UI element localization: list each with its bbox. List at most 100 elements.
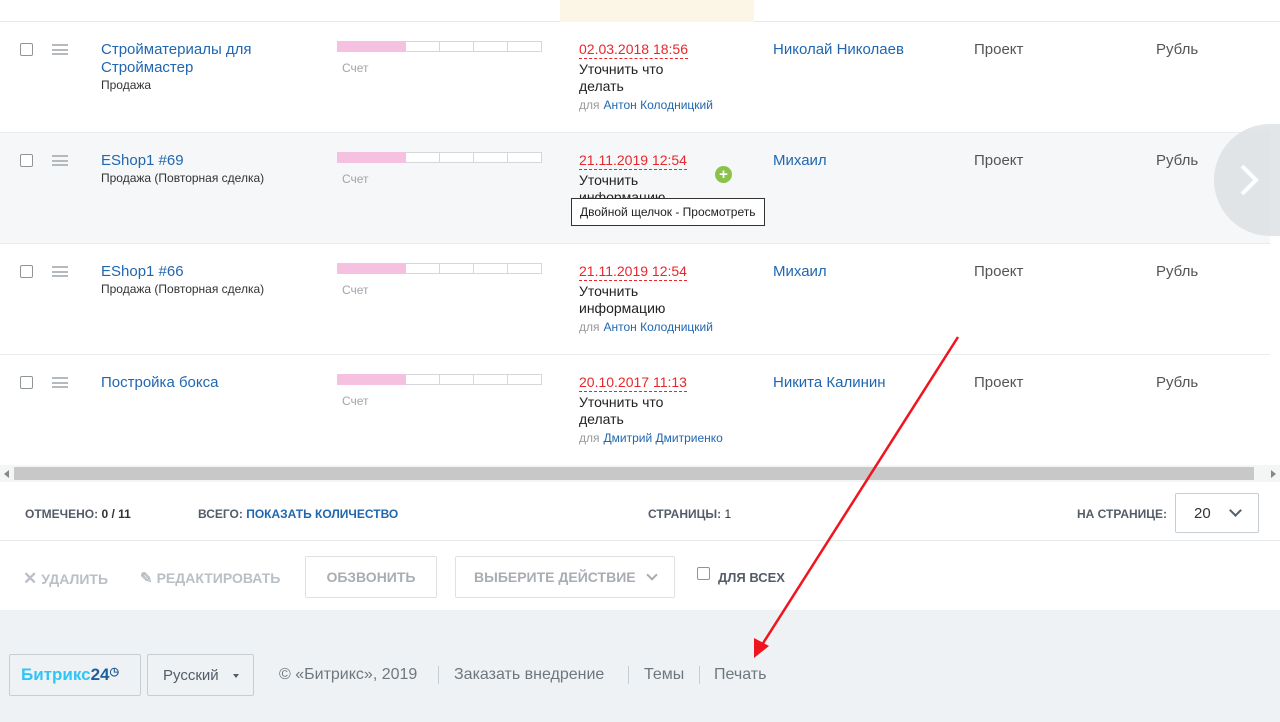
activity-deadline[interactable]: 20.10.2017 11:13 (579, 374, 687, 392)
themes-link[interactable]: Темы (644, 666, 684, 684)
deal-type: Продажа (101, 78, 151, 92)
responsible-link[interactable]: Михаил (773, 152, 827, 169)
choose-action-label: ВЫБЕРИТЕ ДЕЙСТВИЕ (474, 569, 636, 585)
activity-deadline[interactable]: 21.11.2019 12:54 (579, 263, 687, 281)
pencil-icon: ✎ (140, 570, 153, 587)
clock-icon: ◷ (110, 666, 120, 678)
stage-progress[interactable] (337, 41, 542, 52)
activity-subject[interactable]: Уточнить информацию (579, 172, 709, 199)
chevron-right-icon (1238, 160, 1260, 200)
table-row[interactable]: EShop1 #69 Продажа (Повторная сделка) Сч… (0, 133, 1270, 244)
deal-type: Продажа (Повторная сделка) (101, 171, 264, 185)
currency-cell: Рубль (1156, 152, 1198, 169)
chevron-down-icon (1229, 504, 1242, 517)
language-select[interactable]: Русский (147, 654, 254, 696)
scroll-right-arrow-icon[interactable] (1271, 470, 1276, 478)
source-cell: Проект (974, 152, 1023, 169)
deal-title-line[interactable]: Стройматериалы для (101, 41, 301, 59)
row-checkbox[interactable] (20, 154, 33, 167)
activity-for: дляАнтон Колодницкий (579, 320, 713, 334)
edit-button[interactable]: ✎РЕДАКТИРОВАТЬ (140, 569, 280, 587)
for-all-checkbox[interactable] (697, 567, 710, 580)
per-page-select[interactable]: 20 (1175, 493, 1259, 533)
drag-handle-icon[interactable] (52, 266, 68, 277)
add-activity-icon[interactable]: + (715, 166, 732, 183)
bitrix24-logo-button[interactable]: Битрикс24◷ (9, 654, 141, 696)
activity-subject[interactable]: Уточнить что делать (579, 394, 709, 428)
drag-handle-icon[interactable] (52, 44, 68, 55)
currency-cell: Рубль (1156, 41, 1198, 58)
total-label: ВСЕГО: (198, 507, 243, 521)
responsible-link[interactable]: Михаил (773, 263, 827, 280)
deal-title[interactable]: EShop1 #66 (101, 263, 301, 281)
stage-label: Счет (342, 283, 369, 297)
activity-for: для Антон Колодницкий (579, 98, 713, 112)
activity-user-link[interactable]: Антон Колодницкий (604, 98, 713, 112)
activity-subject[interactable]: Уточнить информацию (579, 283, 709, 317)
cross-icon: ✕ (23, 569, 37, 588)
deal-title[interactable]: EShop1 #69 (101, 152, 301, 170)
responsible-link[interactable]: Никита Калинин (773, 374, 886, 391)
edit-label: РЕДАКТИРОВАТЬ (157, 570, 281, 586)
stage-progress[interactable] (337, 374, 542, 385)
activity-subject-line: Уточнить (579, 283, 709, 300)
caret-down-icon (233, 674, 239, 678)
deals-grid: Стройматериалы для Строймастер Продажа С… (0, 0, 1280, 610)
scrollbar-thumb[interactable] (14, 467, 1254, 480)
table-row[interactable]: Стройматериалы для Строймастер Продажа С… (0, 22, 1270, 133)
stage-label: Счет (342, 394, 369, 408)
horizontal-scrollbar[interactable] (0, 465, 1280, 482)
show-count-link[interactable]: ПОКАЗАТЬ КОЛИЧЕСТВО (246, 507, 398, 521)
for-label: для (579, 98, 600, 112)
row-checkbox[interactable] (20, 43, 33, 56)
currency-cell: Рубль (1156, 263, 1198, 280)
activity-subject-line: делать (579, 78, 709, 95)
activity-subject-line: информацию (579, 300, 709, 317)
row-checkbox[interactable] (20, 265, 33, 278)
call-button[interactable]: ОБЗВОНИТЬ (305, 556, 437, 598)
language-value: Русский (163, 667, 219, 684)
choose-action-select[interactable]: ВЫБЕРИТЕ ДЕЙСТВИЕ (455, 556, 675, 598)
stage-progress[interactable] (337, 152, 542, 163)
stage-progress[interactable] (337, 263, 542, 274)
grid-footer: ОТМЕЧЕНО: 0 / 11 ВСЕГО: ПОКАЗАТЬ КОЛИЧЕС… (0, 486, 1280, 541)
per-page-value: 20 (1194, 505, 1211, 522)
activity-deadline[interactable]: 21.11.2019 12:54 (579, 152, 687, 170)
activity-user-link[interactable]: Дмитрий Дмитриенко (604, 431, 723, 445)
logo-text: Битрикс (21, 665, 91, 684)
print-link[interactable]: Печать (714, 666, 766, 684)
divider (438, 666, 439, 684)
drag-handle-icon[interactable] (52, 377, 68, 388)
stage-label: Счет (342, 172, 369, 186)
total-count: ВСЕГО: ПОКАЗАТЬ КОЛИЧЕСТВО (198, 507, 398, 521)
per-page-label: НА СТРАНИЦЕ: (1077, 507, 1167, 521)
pages-label: СТРАНИЦЫ: (648, 507, 721, 521)
deal-type: Продажа (Повторная сделка) (101, 282, 264, 296)
drag-handle-icon[interactable] (52, 155, 68, 166)
activity-for: дляДмитрий Дмитриенко (579, 431, 723, 445)
table-row[interactable]: EShop1 #66 Продажа (Повторная сделка) Сч… (0, 244, 1270, 355)
delete-button[interactable]: ✕УДАЛИТЬ (23, 569, 108, 589)
activity-subject-line: делать (579, 411, 709, 428)
deal-title-line[interactable]: Строймастер (101, 59, 301, 77)
for-all-label: ДЛЯ ВСЕХ (718, 570, 785, 585)
responsible-link[interactable]: Николай Николаев (773, 41, 904, 58)
row-checkbox[interactable] (20, 376, 33, 389)
activity-user-link[interactable]: Антон Колодницкий (604, 320, 713, 334)
logo-number: 24 (91, 665, 110, 684)
divider (699, 666, 700, 684)
row-tooltip: Двойной щелчок - Просмотреть (571, 198, 765, 226)
currency-cell: Рубль (1156, 374, 1198, 391)
group-actions-panel: ✕УДАЛИТЬ ✎РЕДАКТИРОВАТЬ ОБЗВОНИТЬ ВЫБЕРИ… (0, 541, 1280, 609)
copyright: © «Битрикс», 2019 (279, 666, 417, 684)
activity-subject[interactable]: Уточнить что делать (579, 61, 709, 95)
scroll-left-arrow-icon[interactable] (4, 470, 9, 478)
deal-title[interactable]: Стройматериалы для Строймастер (101, 41, 301, 77)
deal-title[interactable]: Постройка бокса (101, 374, 301, 392)
pages-value[interactable]: 1 (724, 507, 731, 521)
table-row[interactable]: Постройка бокса Счет 20.10.2017 11:13 Ут… (0, 355, 1270, 466)
order-implementation-link[interactable]: Заказать внедрение (454, 666, 604, 684)
pages: СТРАНИЦЫ: 1 (648, 507, 731, 521)
activity-deadline[interactable]: 02.03.2018 18:56 (579, 41, 688, 59)
chevron-down-icon (646, 569, 657, 580)
